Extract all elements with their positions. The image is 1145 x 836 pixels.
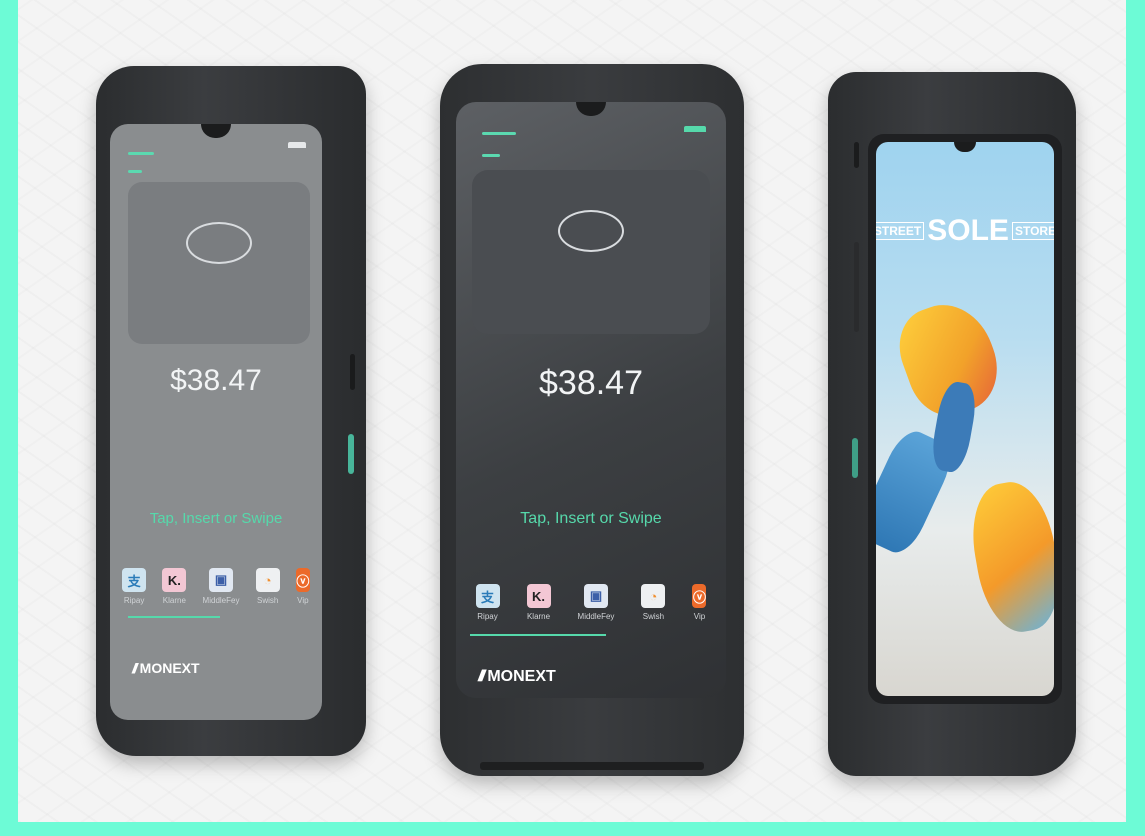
payment-method[interactable]: ▣ MiddleFey [578,584,614,621]
alipay-icon: 支 [475,584,500,608]
tap-prompt: Tap, Insert or Swipe [520,510,662,527]
status-bar-line [482,132,516,135]
menu-indicator [482,154,500,157]
payment-method[interactable]: ◔ Swish [641,584,666,621]
payment-method-row: 支 Ripay K. Klarne ▣ MiddleFey ◔ Swish ⓥ [110,568,322,605]
card-slot [480,762,704,770]
payment-method-row: 支 Ripay K. Klarne ▣ MiddleFey ◔ Swish ⓥ [456,584,726,621]
side-button[interactable] [852,438,858,478]
signal-icon [684,126,706,140]
shoe-image [876,291,1054,696]
vipps-icon: ⓥ [295,568,310,592]
tap-prompt: Tap, Insert or Swipe [149,510,283,527]
payment-amount: $38.47 [539,364,643,402]
payment-method[interactable]: ⓥ Vip [692,584,707,621]
usb-port [350,354,355,390]
signal-icon [288,142,306,156]
swish-icon: ◔ [641,584,666,608]
swish-icon: ◔ [255,568,280,592]
scroll-indicator [128,616,220,618]
klarna-icon: K. [162,568,187,592]
payment-method[interactable]: ⓥ Vip [295,568,310,605]
side-button[interactable] [348,434,354,474]
payment-method[interactable]: 支 Ripay [122,568,147,605]
tap-area [128,182,310,344]
payment-terminal-right: STREET SOLE STORE [828,72,1076,776]
product-photo-panel: $38.47 Tap, Insert or Swipe 支 Ripay K. K… [18,0,1126,822]
payment-amount: $38.47 [170,364,262,397]
payment-method[interactable]: ◔ Swish [255,568,280,605]
contactless-tap-icon [558,210,624,252]
menu-indicator [128,170,142,173]
brand-logo: /// MONEXT [132,660,200,676]
payment-terminal-left: $38.47 Tap, Insert or Swipe 支 Ripay K. K… [96,66,366,756]
terminal-screen-left: $38.47 Tap, Insert or Swipe 支 Ripay K. K… [110,124,322,720]
monext-logo-icon: /// [132,660,137,676]
status-bar-line [128,152,154,155]
scroll-indicator [470,634,606,636]
power-button[interactable] [854,142,859,168]
middlefey-icon: ▣ [209,568,233,592]
store-display: STREET SOLE STORE [876,142,1054,696]
contactless-tap-icon [186,222,252,264]
camera-notch [576,102,606,116]
klarna-icon: K. [526,584,551,608]
store-sign: STREET SOLE STORE [876,214,1054,248]
tap-area [472,170,710,334]
camera-notch [201,124,231,138]
terminal-screen-right: STREET SOLE STORE [868,134,1062,704]
payment-method[interactable]: 支 Ripay [475,584,500,621]
camera-notch [954,142,976,152]
middlefey-icon: ▣ [583,584,608,608]
volume-button[interactable] [854,242,859,332]
monext-logo-icon: /// [478,668,486,685]
payment-method[interactable]: K. Klarne [162,568,187,605]
payment-terminal-center: $38.47 Tap, Insert or Swipe 支 Ripay K. K… [440,64,744,776]
brand-logo: /// MONEXT [478,668,556,685]
payment-method[interactable]: K. Klarne [526,584,551,621]
payment-method[interactable]: ▣ MiddleFey [203,568,239,605]
alipay-icon: 支 [122,568,147,592]
vipps-icon: ⓥ [692,584,707,608]
terminal-screen-center: $38.47 Tap, Insert or Swipe 支 Ripay K. K… [456,102,726,698]
